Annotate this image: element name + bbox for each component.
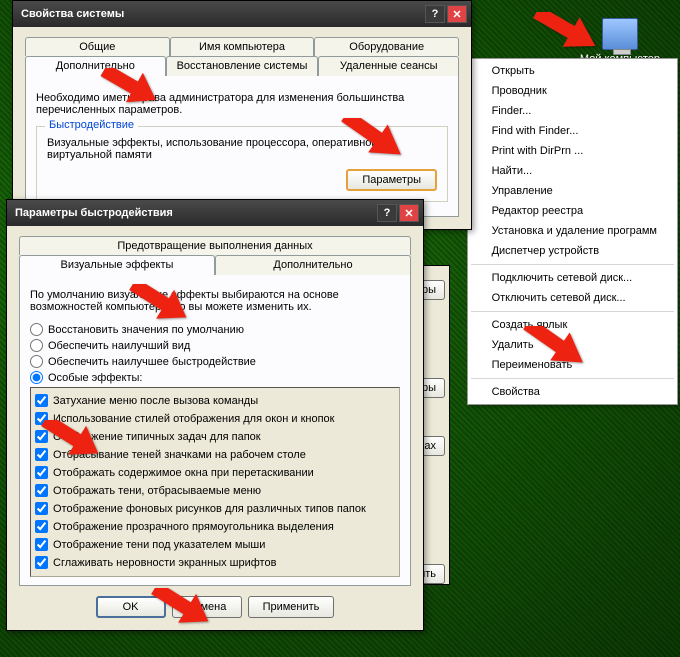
admin-note: Необходимо иметь права администратора дл…	[36, 92, 448, 116]
menu-item[interactable]: Удалить	[470, 335, 675, 355]
effect-checkbox[interactable]: Отображение тени под указателем мыши	[33, 537, 397, 552]
menu-separator	[471, 311, 674, 312]
ok-button[interactable]: OK	[96, 596, 166, 618]
menu-separator	[471, 264, 674, 265]
menu-item[interactable]: Управление	[470, 181, 675, 201]
params-button[interactable]: Параметры	[346, 169, 437, 191]
tab[interactable]: Удаленные сеансы	[318, 56, 459, 76]
titlebar[interactable]: Свойства системы ? ✕	[13, 1, 471, 27]
radio-option[interactable]: Обеспечить наилучшее быстродействие	[30, 355, 400, 368]
tab[interactable]: Восстановление системы	[166, 56, 319, 76]
menu-item[interactable]: Найти...	[470, 161, 675, 181]
window-performance-options: Параметры быстродействия ? ✕ Предотвраще…	[6, 199, 424, 631]
radio-option[interactable]: Восстановить значения по умолчанию	[30, 323, 400, 336]
perf-desc: По умолчанию визуальные эффекты выбирают…	[30, 289, 400, 313]
menu-item[interactable]: Find with Finder...	[470, 121, 675, 141]
close-button[interactable]: ✕	[399, 204, 419, 222]
menu-item[interactable]: Подключить сетевой диск...	[470, 268, 675, 288]
close-button[interactable]: ✕	[447, 5, 467, 23]
effect-checkbox[interactable]: Отображать тени, отбрасываемые меню	[33, 483, 397, 498]
group-desc: Визуальные эффекты, использование процес…	[47, 137, 437, 161]
effect-checkbox[interactable]: Отображение фоновых рисунков для различн…	[33, 501, 397, 516]
effect-checkbox[interactable]: Затухание меню после вызова команды	[33, 393, 397, 408]
computer-icon	[602, 18, 638, 50]
tab[interactable]: Дополнительно	[215, 255, 411, 275]
context-menu: ОткрытьПроводникFinder...Find with Finde…	[467, 58, 678, 405]
help-button[interactable]: ?	[377, 204, 397, 222]
menu-item[interactable]: Диспетчер устройств	[470, 241, 675, 261]
menu-item[interactable]: Проводник	[470, 81, 675, 101]
effect-checkbox[interactable]: Отображение прозрачного прямоугольника в…	[33, 519, 397, 534]
menu-item[interactable]: Открыть	[470, 61, 675, 81]
menu-item[interactable]: Свойства	[470, 382, 675, 402]
menu-item[interactable]: Print with DirPrn ...	[470, 141, 675, 161]
tab[interactable]: Визуальные эффекты	[19, 255, 215, 275]
titlebar[interactable]: Параметры быстродействия ? ✕	[7, 200, 423, 226]
effect-checkbox[interactable]: Сглаживать неровности экранных шрифтов	[33, 555, 397, 570]
menu-item[interactable]: Finder...	[470, 101, 675, 121]
window-system-properties: Свойства системы ? ✕ ОбщиеИмя компьютера…	[12, 0, 472, 230]
effect-checkbox[interactable]: Использование стилей отображения для око…	[33, 411, 397, 426]
tab[interactable]: Имя компьютера	[170, 37, 315, 56]
cancel-button[interactable]: Отмена	[172, 596, 242, 618]
menu-item[interactable]: Установка и удаление программ	[470, 221, 675, 241]
window-title: Свойства системы	[17, 8, 423, 20]
tab[interactable]: Общие	[25, 37, 170, 56]
tab-dep[interactable]: Предотвращение выполнения данных	[19, 236, 411, 255]
group-performance: Быстродействие Визуальные эффекты, испол…	[36, 126, 448, 202]
radio-option[interactable]: Особые эффекты:	[30, 371, 400, 384]
effect-checkbox[interactable]: Отбрасывание теней значками на рабочем с…	[33, 447, 397, 462]
effect-checkbox[interactable]: Отображать содержимое окна при перетаски…	[33, 465, 397, 480]
effect-checkbox[interactable]: Отображение типичных задач для папок	[33, 429, 397, 444]
help-button[interactable]: ?	[425, 5, 445, 23]
menu-separator	[471, 378, 674, 379]
radio-option[interactable]: Обеспечить наилучший вид	[30, 339, 400, 352]
menu-item[interactable]: Редактор реестра	[470, 201, 675, 221]
tab[interactable]: Оборудование	[314, 37, 459, 56]
apply-button[interactable]: Применить	[248, 596, 335, 618]
tab[interactable]: Дополнительно	[25, 56, 166, 76]
menu-item[interactable]: Отключить сетевой диск...	[470, 288, 675, 308]
group-title: Быстродействие	[45, 119, 138, 131]
menu-item[interactable]: Создать ярлык	[470, 315, 675, 335]
window-title: Параметры быстродействия	[11, 207, 375, 219]
menu-item[interactable]: Переименовать	[470, 355, 675, 375]
effects-list[interactable]: Затухание меню после вызова команды Испол…	[30, 387, 400, 577]
